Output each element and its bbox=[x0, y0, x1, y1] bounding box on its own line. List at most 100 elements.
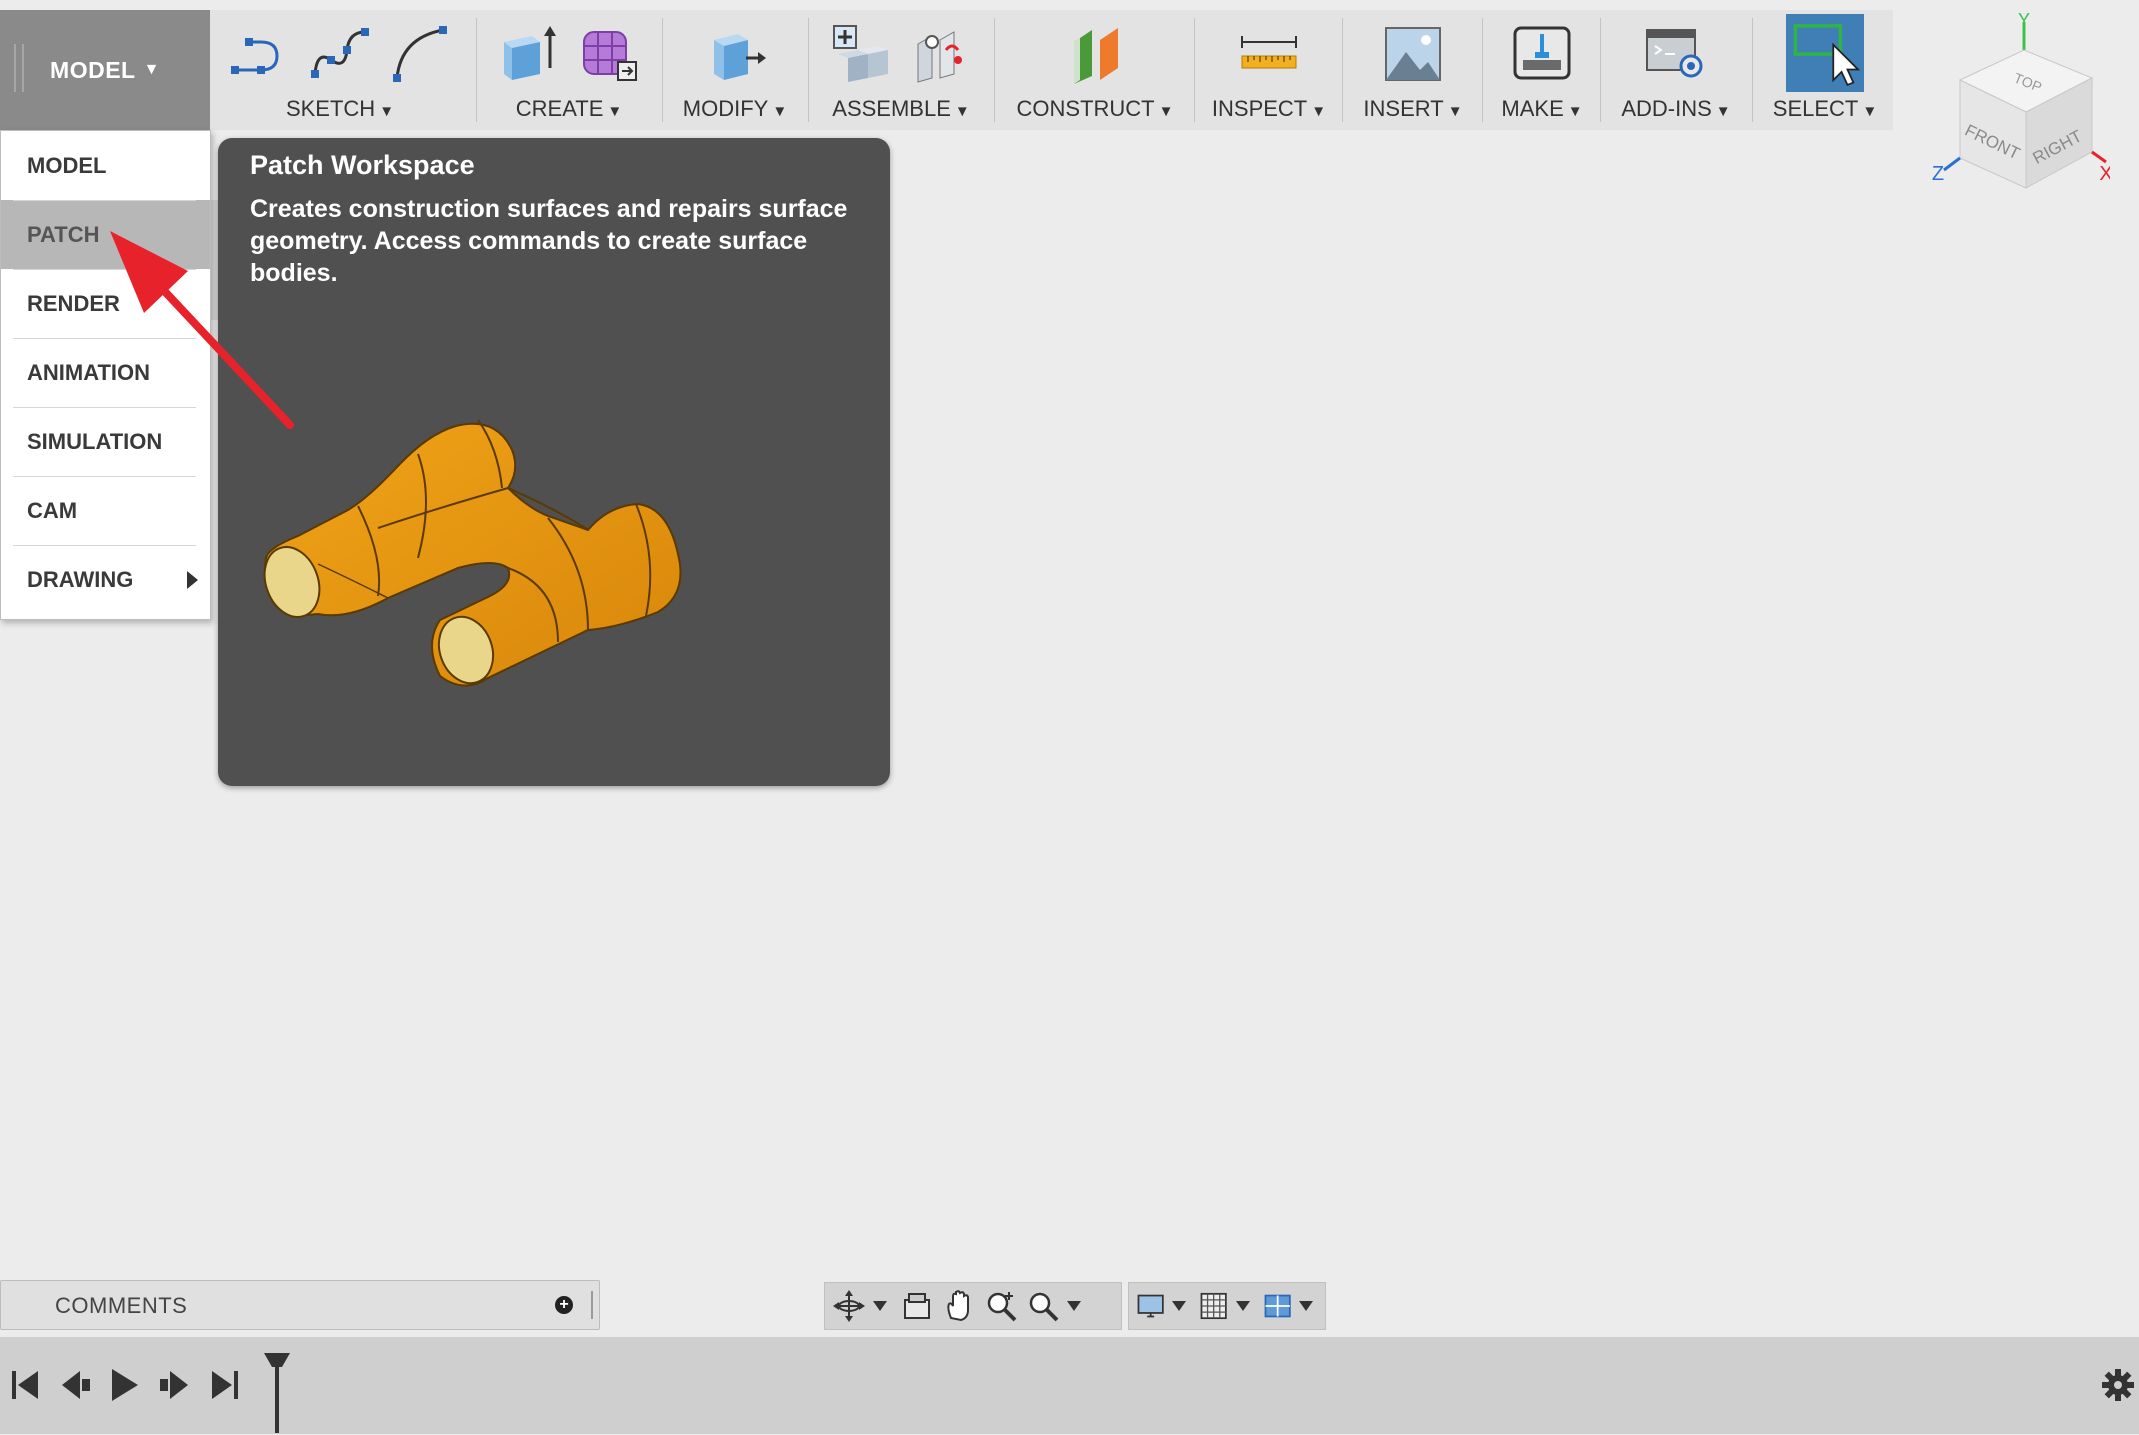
zoom-icon[interactable] bbox=[1025, 1288, 1061, 1324]
offset-plane-icon[interactable] bbox=[1062, 20, 1128, 86]
comments-panel[interactable]: COMMENTS + bbox=[0, 1280, 600, 1330]
grid-settings-icon[interactable] bbox=[1198, 1288, 1229, 1324]
play-icon[interactable] bbox=[108, 1365, 142, 1405]
menu-item-label: ANIMATION bbox=[27, 360, 151, 385]
toolbar-group-label: ADD-INS bbox=[1621, 96, 1712, 121]
chevron-down-icon[interactable] bbox=[873, 1301, 887, 1311]
extrude-icon[interactable] bbox=[496, 20, 562, 86]
z-axis-label: Z bbox=[1932, 163, 1944, 185]
timeline bbox=[0, 1337, 2139, 1434]
toolbar-divider bbox=[1342, 18, 1343, 122]
workspace-switcher-button[interactable]: MODEL ▼ bbox=[0, 10, 210, 130]
chevron-down-icon: ▼ bbox=[1158, 103, 1174, 120]
y-axis: Y bbox=[2018, 12, 2030, 50]
toolbar-divider bbox=[808, 18, 809, 122]
chevron-down-icon[interactable] bbox=[1298, 1301, 1313, 1311]
toolbar-group-make[interactable]: MAKE ▼ bbox=[1490, 10, 1594, 130]
press-pull-icon[interactable] bbox=[702, 20, 768, 86]
toolbar-group-construct[interactable]: CONSTRUCT ▼ bbox=[1002, 10, 1188, 130]
chevron-down-icon: ▼ bbox=[772, 103, 788, 120]
toolbar-group-label: INSPECT bbox=[1211, 96, 1308, 121]
toolbar-group-modify[interactable]: MODIFY ▼ bbox=[670, 10, 800, 130]
look-at-icon[interactable] bbox=[899, 1288, 935, 1324]
add-comment-icon[interactable]: + bbox=[555, 1296, 573, 1314]
chevron-down-icon: ▼ bbox=[143, 61, 160, 78]
chevron-down-icon[interactable] bbox=[1172, 1301, 1187, 1311]
comments-label: COMMENTS bbox=[55, 1293, 188, 1318]
workspace-menu: MODEL PATCH RENDER ANIMATION SIMULATION … bbox=[0, 130, 211, 620]
workspace-menu-item-render[interactable]: RENDER bbox=[1, 269, 210, 338]
spline-sketch-icon[interactable] bbox=[307, 20, 373, 86]
panel-grip[interactable] bbox=[591, 1291, 593, 1319]
chevron-down-icon: ▼ bbox=[1447, 103, 1463, 120]
new-component-icon[interactable] bbox=[828, 20, 894, 86]
toolbar-group-label: SKETCH bbox=[285, 96, 376, 121]
toolbar-group-add-ins[interactable]: ADD-INS ▼ bbox=[1608, 10, 1744, 130]
toolbar-group-label: CREATE bbox=[515, 96, 604, 121]
toolbar-group-insert[interactable]: INSERT ▼ bbox=[1350, 10, 1476, 130]
patch-surface-illustration bbox=[263, 419, 682, 687]
gear-icon[interactable] bbox=[2100, 1367, 2136, 1403]
go-to-start-icon[interactable] bbox=[10, 1367, 40, 1403]
menu-item-label: SIMULATION bbox=[27, 429, 163, 454]
workspace-menu-item-drawing[interactable]: DRAWING bbox=[1, 545, 210, 614]
chevron-down-icon: ▼ bbox=[607, 103, 623, 120]
toolbar-group-sketch[interactable]: SKETCH ▼ bbox=[218, 10, 462, 130]
toolbar-group-label: INSERT bbox=[1363, 96, 1444, 121]
arc-sketch-icon[interactable] bbox=[387, 20, 453, 86]
chevron-down-icon: ▼ bbox=[1311, 103, 1327, 120]
menu-item-label: MODEL bbox=[27, 153, 107, 178]
display-settings-icon[interactable] bbox=[1135, 1288, 1166, 1324]
z-axis: Z bbox=[1932, 156, 1961, 185]
toolbar-divider bbox=[1600, 18, 1601, 122]
toolbar-group-label: ASSEMBLE bbox=[832, 96, 951, 121]
3d-print-icon[interactable] bbox=[1509, 20, 1575, 86]
toolbar-divider bbox=[1482, 18, 1483, 122]
pan-hand-icon[interactable] bbox=[941, 1288, 977, 1324]
toolbar-group-inspect[interactable]: INSPECT ▼ bbox=[1202, 10, 1336, 130]
menu-item-label: CAM bbox=[27, 498, 78, 523]
form-icon[interactable] bbox=[576, 20, 642, 86]
toolbar-group-label: CONSTRUCT bbox=[1016, 96, 1155, 121]
joint-icon[interactable] bbox=[908, 20, 974, 86]
chevron-down-icon[interactable] bbox=[1235, 1301, 1250, 1311]
toolbar-divider bbox=[1752, 18, 1753, 122]
viewports-icon[interactable] bbox=[1262, 1288, 1293, 1324]
workspace-menu-item-simulation[interactable]: SIMULATION bbox=[1, 407, 210, 476]
workspace-menu-item-animation[interactable]: ANIMATION bbox=[1, 338, 210, 407]
step-forward-icon[interactable] bbox=[158, 1367, 192, 1403]
insert-image-icon[interactable] bbox=[1380, 20, 1446, 86]
chevron-down-icon: ▼ bbox=[1862, 103, 1878, 120]
line-sketch-icon[interactable] bbox=[227, 20, 293, 86]
workspace-menu-item-model[interactable]: MODEL bbox=[1, 131, 210, 200]
measure-icon[interactable] bbox=[1236, 20, 1302, 86]
toolbar-group-select[interactable]: SELECT ▼ bbox=[1760, 10, 1890, 130]
chevron-down-icon: ▼ bbox=[1567, 103, 1583, 120]
window-select-icon[interactable] bbox=[1786, 14, 1864, 92]
viewcube[interactable]: Y TOP FRONT RIGHT Z X bbox=[1930, 12, 2110, 212]
toolbar-group-label: MAKE bbox=[1501, 96, 1564, 121]
chevron-right-icon bbox=[187, 571, 198, 589]
chevron-down-icon: ▼ bbox=[379, 103, 395, 120]
scripts-addins-icon[interactable] bbox=[1643, 20, 1709, 86]
workspace-tooltip: Patch Workspace Creates construction sur… bbox=[218, 138, 890, 786]
timeline-marker[interactable] bbox=[262, 1351, 292, 1435]
workspace-switcher-label: MODEL bbox=[50, 56, 136, 83]
zoom-window-icon[interactable] bbox=[983, 1288, 1019, 1324]
orbit-icon[interactable] bbox=[831, 1288, 867, 1324]
toolbar-group-assemble[interactable]: ASSEMBLE ▼ bbox=[816, 10, 986, 130]
toolbar-grip[interactable] bbox=[14, 44, 24, 92]
chevron-down-icon[interactable] bbox=[1067, 1301, 1081, 1311]
toolbar-group-label: MODIFY bbox=[682, 96, 769, 121]
workspace-menu-item-patch[interactable]: PATCH bbox=[1, 200, 210, 269]
tooltip-description: Creates construction surfaces and repair… bbox=[250, 195, 848, 287]
toolbar-divider bbox=[1194, 18, 1195, 122]
x-axis-label: X bbox=[2099, 163, 2110, 185]
toolbar-divider bbox=[994, 18, 995, 122]
workspace-menu-item-cam[interactable]: CAM bbox=[1, 476, 210, 545]
toolbar-divider bbox=[662, 18, 663, 122]
menu-item-label: RENDER bbox=[27, 291, 120, 316]
step-back-icon[interactable] bbox=[58, 1367, 92, 1403]
toolbar-group-create[interactable]: CREATE ▼ bbox=[484, 10, 654, 130]
go-to-end-icon[interactable] bbox=[210, 1367, 240, 1403]
